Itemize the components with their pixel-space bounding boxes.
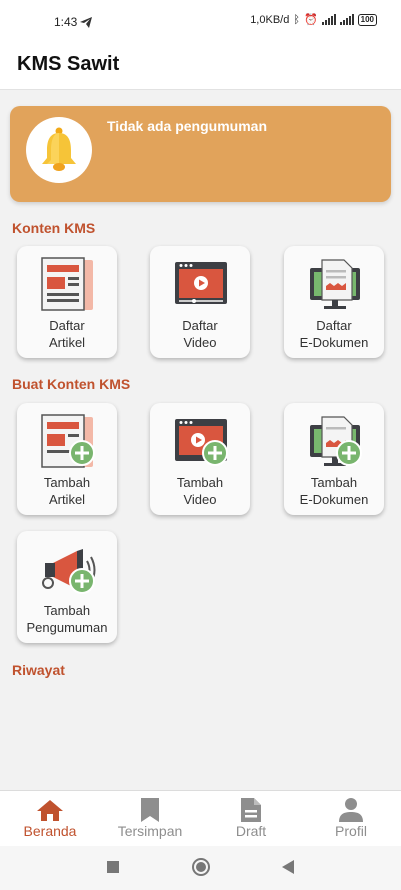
telegram-icon <box>80 16 93 28</box>
card-label: Tambah Video <box>176 475 224 507</box>
signal-4g-icon <box>339 14 354 25</box>
card-label: Daftar E-Dokumen <box>299 318 369 350</box>
app-bar: KMS Sawit <box>0 42 401 90</box>
bell-avatar <box>26 117 92 183</box>
alarm-icon: ⏰ <box>303 14 318 26</box>
card-tambah-video[interactable]: Tambah Video <box>150 403 250 515</box>
card-label: Tambah E-Dokumen <box>299 475 369 507</box>
status-time: 1:43 <box>54 15 93 29</box>
nav-profil[interactable]: Profil <box>306 797 396 839</box>
card-label: Tambah Artikel <box>43 475 91 507</box>
nav-label: Tersimpan <box>117 823 183 839</box>
bell-icon <box>42 127 76 171</box>
nav-beranda[interactable]: Beranda <box>5 797 95 839</box>
card-daftar-video[interactable]: Daftar Video <box>150 246 250 358</box>
announcement-text: Tidak ada pengumuman <box>107 118 267 134</box>
nav-label: Draft <box>235 823 267 839</box>
nav-draft[interactable]: Draft <box>206 797 296 839</box>
bluetooth-icon: ᛒ <box>293 13 300 26</box>
section-title-riwayat: Riwayat <box>12 662 65 678</box>
announcement-banner[interactable]: Tidak ada pengumuman <box>10 106 391 202</box>
clock-text: 1:43 <box>54 15 78 29</box>
document-icon <box>310 259 360 309</box>
home-icon <box>5 797 95 823</box>
plus-icon <box>202 440 228 466</box>
recents-button[interactable] <box>106 860 120 874</box>
bookmark-icon <box>105 797 195 823</box>
bottom-nav: Beranda Tersimpan Draft Profil <box>0 790 401 846</box>
card-label: Daftar Video <box>182 318 218 350</box>
nav-label: Profil <box>335 823 367 839</box>
battery-icon: 100 <box>357 13 377 26</box>
card-label: Daftar Artikel <box>48 318 86 350</box>
nav-tersimpan[interactable]: Tersimpan <box>105 797 195 839</box>
card-tambah-pengumuman[interactable]: Tambah Pengumuman <box>17 531 117 643</box>
profile-icon <box>306 797 396 823</box>
card-daftar-artikel[interactable]: Daftar Artikel <box>17 246 117 358</box>
video-icon <box>175 262 227 304</box>
back-button[interactable] <box>281 859 295 875</box>
article-icon <box>41 257 93 311</box>
app-title: KMS Sawit <box>17 53 120 75</box>
card-tambah-edokumen[interactable]: Tambah E-Dokumen <box>284 403 384 515</box>
status-right: 1,0KB/d ᛒ ⏰ 100 <box>250 13 377 26</box>
section-title-konten: Konten KMS <box>12 220 96 236</box>
nav-label: Beranda <box>23 823 77 839</box>
status-bar: 1:43 1,0KB/d ᛒ ⏰ 100 <box>0 0 401 42</box>
signal-icon <box>321 14 336 25</box>
card-tambah-artikel[interactable]: Tambah Artikel <box>17 403 117 515</box>
plus-icon <box>69 440 95 466</box>
section-title-buat: Buat Konten KMS <box>12 376 131 392</box>
plus-icon <box>69 568 95 594</box>
card-label: Tambah Pengumuman <box>26 603 108 635</box>
home-button[interactable] <box>191 857 211 877</box>
card-daftar-edokumen[interactable]: Daftar E-Dokumen <box>284 246 384 358</box>
draft-icon <box>206 797 296 823</box>
net-speed-text: 1,0KB/d <box>250 13 290 26</box>
system-nav-bar <box>0 846 401 890</box>
plus-icon <box>336 440 362 466</box>
